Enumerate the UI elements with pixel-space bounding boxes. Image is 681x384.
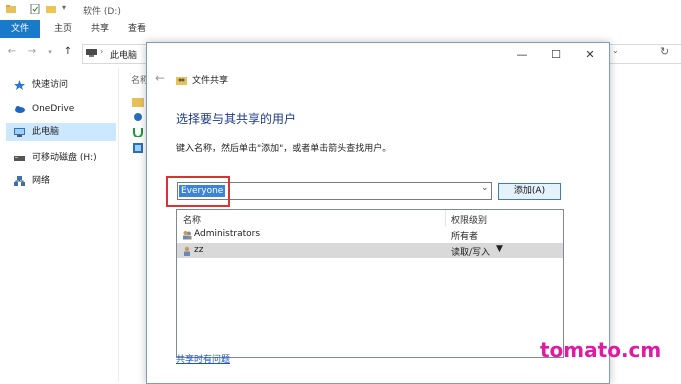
sidebar-item-network[interactable]: 网络 [6, 172, 116, 190]
sidebar-item-this-pc[interactable]: 此电脑 [6, 123, 116, 141]
file-sharing-icon [176, 77, 187, 85]
sharing-help-link[interactable]: 共享时有问题 [176, 352, 230, 365]
column-divider[interactable] [445, 210, 446, 226]
customize-quick-access-icon[interactable]: ▾ [62, 3, 66, 12]
sidebar-item-quick-access[interactable]: 快速访问 [6, 76, 116, 94]
user-name: zz [194, 245, 204, 255]
column-header-name[interactable]: 名称 [183, 213, 201, 226]
sidebar-item-label: 可移动磁盘 (H:) [32, 153, 97, 163]
app-icon[interactable] [133, 127, 143, 137]
window-title: 软件 (D:) [83, 7, 121, 17]
new-folder-icon[interactable] [46, 4, 56, 14]
sidebar-item-label: 快速访问 [32, 80, 69, 90]
app-icon[interactable] [133, 112, 143, 122]
recent-locations-icon[interactable]: ▾ [44, 46, 56, 58]
cloud-icon [15, 106, 25, 113]
folder-icon[interactable] [132, 96, 144, 108]
back-icon[interactable]: ← [155, 71, 165, 85]
permission-level[interactable]: 读取/写入 [451, 245, 490, 258]
dialog-heading: 选择要与其共享的用户 [176, 112, 297, 126]
sidebar-item-onedrive[interactable]: OneDrive [6, 100, 116, 118]
permission-level: 所有者 [451, 232, 479, 242]
breadcrumb[interactable]: 此电脑 [110, 48, 137, 61]
sidebar-item-label: 此电脑 [32, 127, 60, 137]
permission-dropdown-icon[interactable]: ▼ [496, 244, 503, 254]
minimize-button[interactable]: — [511, 47, 533, 63]
dialog-title: 文件共享 [192, 76, 229, 86]
breadcrumb-chevron-icon: › [100, 47, 104, 56]
properties-icon[interactable] [30, 4, 40, 14]
sidebar-item-label: OneDrive [32, 104, 75, 114]
table-row[interactable]: Administrators 所有者 [177, 227, 563, 242]
dialog-titlebar: — ☐ ✕ [147, 43, 609, 67]
network-icon [14, 176, 25, 186]
drive-icon [14, 156, 25, 161]
refresh-icon[interactable]: ↻ [660, 45, 669, 58]
sidebar-item-label: 网络 [32, 176, 51, 186]
user-name: Administrators [194, 229, 261, 239]
up-icon[interactable]: ↑ [62, 46, 74, 58]
file-sharing-dialog: — ☐ ✕ ← 文件共享 选择要与其共享的用户 键入名称，然后单击"添加"，或者… [146, 42, 610, 384]
red-highlight-annotation [166, 176, 230, 207]
user-permission-list: 名称 权限级别 Administrators 所有者 zz 读取/写入 ▼ [176, 209, 564, 358]
watermark: tomato.cm [540, 338, 662, 362]
table-row[interactable]: zz 读取/写入 ▼ [177, 243, 563, 258]
app-icon[interactable] [133, 143, 143, 153]
tab-share[interactable]: 共享 [85, 20, 115, 38]
back-icon[interactable]: ← [6, 46, 18, 58]
user-icon [184, 246, 190, 256]
dialog-instruction: 键入名称，然后单击"添加"，或者单击箭头查找用户。 [176, 144, 392, 154]
user-group-icon [183, 231, 192, 240]
list-header: 名称 权限级别 [177, 210, 563, 226]
folder-icon [6, 5, 16, 13]
explorer-titlebar: ▾ 软件 (D:) [0, 0, 681, 21]
computer-icon [86, 49, 97, 57]
ribbon-tabs: 文件 主页 共享 查看 [0, 20, 681, 39]
add-button[interactable]: 添加(A) [498, 183, 561, 200]
close-button[interactable]: ✕ [579, 47, 601, 63]
maximize-button[interactable]: ☐ [545, 47, 567, 63]
computer-icon [14, 128, 25, 137]
tab-view[interactable]: 查看 [122, 20, 152, 38]
star-icon [14, 80, 25, 90]
chevron-down-icon[interactable]: ⌄ [481, 183, 489, 193]
tab-file[interactable]: 文件 [0, 20, 40, 38]
sidebar-item-removable-disk[interactable]: 可移动磁盘 (H:) [6, 149, 116, 167]
chevron-down-icon[interactable]: ⌄ [612, 46, 619, 55]
column-header-permission-level[interactable]: 权限级别 [451, 213, 487, 226]
forward-icon[interactable]: → [26, 46, 38, 58]
tab-home[interactable]: 主页 [48, 20, 78, 38]
